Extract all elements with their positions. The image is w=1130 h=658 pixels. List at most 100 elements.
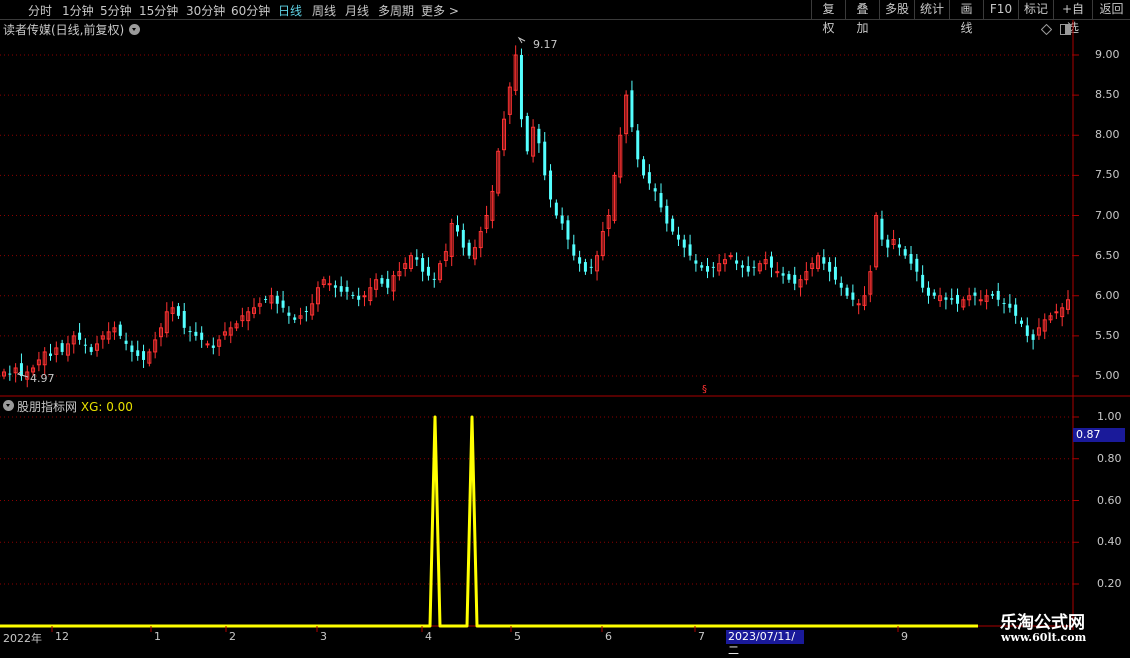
- candle-body: [118, 324, 122, 336]
- candle-body: [549, 170, 553, 200]
- tab-timeframe-7[interactable]: 周线: [312, 2, 336, 19]
- candle-body: [327, 283, 332, 286]
- price-tick-label: 8.00: [1095, 128, 1120, 142]
- tab-timeframe-4[interactable]: 30分钟: [186, 2, 225, 19]
- date-cursor-label: 2023/07/11/二: [726, 630, 804, 657]
- candle-body: [572, 244, 576, 256]
- tab-timeframe-0[interactable]: 分时: [28, 2, 52, 19]
- watermark-url: www.60lt.com: [1001, 631, 1087, 644]
- candle-body: [543, 141, 547, 176]
- indicator-tick-label: 1.00: [1097, 410, 1122, 423]
- candle-body: [142, 351, 146, 360]
- candle-body: [205, 343, 210, 346]
- date-tick-label: 9: [901, 630, 908, 643]
- candle-body: [1008, 303, 1012, 308]
- candle-body: [833, 266, 837, 280]
- candle-body: [1019, 320, 1023, 324]
- toolbar-button-0[interactable]: 复权: [811, 0, 845, 35]
- candle-body: [1002, 302, 1006, 304]
- candle-body: [182, 310, 186, 328]
- indicator-tick-label: 0.80: [1097, 451, 1122, 465]
- date-tick-label: 5: [514, 630, 521, 643]
- candle-body: [630, 90, 634, 128]
- candle-body: [60, 343, 64, 352]
- candle-body: [978, 299, 983, 302]
- candle-body: [89, 347, 93, 352]
- candle-body: [83, 344, 87, 346]
- candle-body: [665, 205, 669, 224]
- indicator-name: 股朋指标网: [17, 400, 78, 414]
- tab-timeframe-10[interactable]: 更多 >: [421, 2, 459, 19]
- candle-body: [124, 340, 128, 344]
- indicator-chevron-icon[interactable]: [3, 400, 14, 411]
- tab-timeframe-3[interactable]: 15分钟: [139, 2, 178, 19]
- candle-body: [700, 265, 704, 268]
- candle-body: [706, 266, 710, 272]
- candle-body: [362, 295, 367, 298]
- tab-timeframe-2[interactable]: 5分钟: [100, 2, 132, 19]
- toolbar-button-4[interactable]: 画线: [949, 0, 983, 35]
- candle-body: [676, 234, 680, 240]
- max-price-label: 9.17: [533, 38, 558, 51]
- candle-body: [461, 229, 465, 248]
- candle-body: [136, 350, 140, 356]
- candle-body: [421, 258, 425, 272]
- candle-body: [973, 292, 977, 296]
- xg-signal-line: [0, 415, 978, 628]
- candle-body: [851, 292, 855, 300]
- date-tick-label: 1: [154, 630, 161, 643]
- candle-body: [293, 317, 297, 320]
- toolbar-button-2[interactable]: 多股: [879, 0, 914, 19]
- candle-body: [1025, 325, 1029, 336]
- candle-body: [566, 220, 570, 240]
- candle-body: [735, 260, 739, 264]
- candle-body: [636, 130, 640, 160]
- tab-timeframe-1[interactable]: 1分钟: [62, 2, 94, 19]
- toolbar-button-8[interactable]: 返回: [1092, 0, 1130, 19]
- candle-body: [647, 172, 651, 184]
- candle-body: [839, 282, 843, 288]
- candle-body: [351, 294, 355, 296]
- candle-body: [357, 295, 361, 300]
- candle-body: [944, 297, 948, 300]
- toolbar-button-3[interactable]: 统计: [914, 0, 949, 19]
- price-tick-label: 9.00: [1095, 48, 1120, 61]
- candle-body: [380, 278, 384, 284]
- price-tick-label: 7.50: [1095, 168, 1120, 182]
- candle-body: [19, 363, 23, 376]
- indicator-xg-value: XG: 0.00: [80, 400, 133, 414]
- candle-body: [775, 271, 780, 274]
- tab-timeframe-6[interactable]: 日线: [278, 2, 302, 19]
- candle-body: [793, 274, 797, 284]
- candle-body: [996, 290, 1000, 300]
- price-chart[interactable]: §: [0, 20, 1130, 650]
- candle-body: [769, 256, 773, 268]
- tab-timeframe-9[interactable]: 多周期: [378, 2, 414, 19]
- tab-timeframe-5[interactable]: 60分钟: [231, 2, 270, 19]
- candle-body: [956, 294, 960, 304]
- toolbar-button-1[interactable]: 叠加: [845, 0, 879, 35]
- candle-body: [275, 295, 279, 304]
- price-tick-label: 6.00: [1095, 288, 1120, 302]
- toolbar-button-7[interactable]: +自选: [1053, 0, 1092, 35]
- event-marker-icon: §: [702, 384, 707, 395]
- candle-body: [787, 274, 791, 280]
- toolbar-button-5[interactable]: F10: [983, 0, 1018, 19]
- candle-body: [194, 331, 198, 336]
- candle-body: [583, 262, 587, 272]
- candle-body: [845, 287, 849, 296]
- candle-body: [653, 188, 657, 192]
- candle-body: [659, 193, 663, 208]
- toolbar-button-6[interactable]: 标记: [1018, 0, 1053, 19]
- candle-body: [682, 239, 686, 248]
- candle-body: [671, 218, 675, 232]
- candle-body: [828, 262, 832, 272]
- candle-body: [264, 298, 268, 300]
- current-value-badge: 0.87: [1073, 428, 1125, 442]
- candle-body: [909, 254, 913, 264]
- date-tick-label: 2: [229, 630, 236, 643]
- candle-body: [915, 258, 919, 272]
- tab-timeframe-8[interactable]: 月线: [345, 2, 369, 19]
- candle-body: [339, 286, 343, 292]
- indicator-title: 股朋指标网 XG: 0.00: [17, 398, 133, 415]
